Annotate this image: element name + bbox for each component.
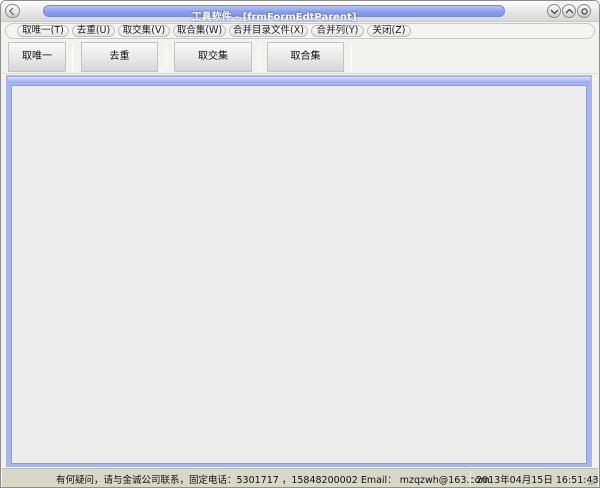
menu-take-unique[interactable]: 取唯一(T) bbox=[17, 25, 69, 37]
menu-dedupe[interactable]: 去重(U) bbox=[72, 25, 115, 37]
resize-grip-icon[interactable] bbox=[586, 476, 596, 486]
title-pill: 工具软件 - [frmFormEdtParent] bbox=[43, 5, 505, 23]
dedupe-button[interactable]: 去重 bbox=[81, 42, 158, 72]
menu-bar: 取唯一(T) 去重(U) 取交集(V) 取合集(W) 合并目录文件(X) 合并列… bbox=[5, 23, 595, 39]
status-divider bbox=[470, 471, 471, 485]
take-unique-button[interactable]: 取唯一 bbox=[8, 42, 66, 72]
window-title: 工具软件 - [frmFormEdtParent] bbox=[191, 12, 357, 23]
status-contact-info: 有何疑问，请与金诚公司联系，固定电话：5301717 ，15848200002 … bbox=[56, 475, 490, 486]
mdi-client-frame bbox=[6, 75, 592, 467]
minimize-icon[interactable] bbox=[547, 4, 561, 18]
toolbar-separator bbox=[351, 44, 352, 70]
menu-union[interactable]: 取合集(W) bbox=[173, 25, 226, 37]
toolbar-separator bbox=[72, 44, 73, 70]
intersection-button[interactable]: 取交集 bbox=[174, 42, 252, 72]
menu-merge-columns[interactable]: 合并列(Y) bbox=[311, 25, 364, 37]
close-icon[interactable] bbox=[577, 4, 591, 18]
status-bar: 有何疑问，请与金诚公司联系，固定电话：5301717 ，15848200002 … bbox=[2, 468, 599, 487]
mdi-client-header bbox=[8, 77, 590, 83]
system-menu-icon[interactable] bbox=[5, 4, 20, 18]
menu-close[interactable]: 关闭(Z) bbox=[367, 25, 411, 37]
toolbar-separator bbox=[259, 44, 260, 70]
title-bar[interactable]: 工具软件 - [frmFormEdtParent] bbox=[1, 1, 599, 23]
menu-intersection[interactable]: 取交集(V) bbox=[118, 25, 170, 37]
status-datetime: 2013年04月15日 16:51:43 bbox=[476, 475, 599, 486]
toolbar: 取唯一 去重 取交集 取合集 bbox=[2, 40, 598, 74]
toolbar-separator bbox=[166, 44, 167, 70]
menu-merge-dir-files[interactable]: 合并目录文件(X) bbox=[229, 25, 308, 37]
mdi-client-area[interactable] bbox=[11, 85, 587, 464]
app-window: 工具软件 - [frmFormEdtParent] 取唯一(T) 去重(U) 取… bbox=[0, 0, 600, 488]
union-button[interactable]: 取合集 bbox=[267, 42, 344, 72]
maximize-icon[interactable] bbox=[562, 4, 576, 18]
